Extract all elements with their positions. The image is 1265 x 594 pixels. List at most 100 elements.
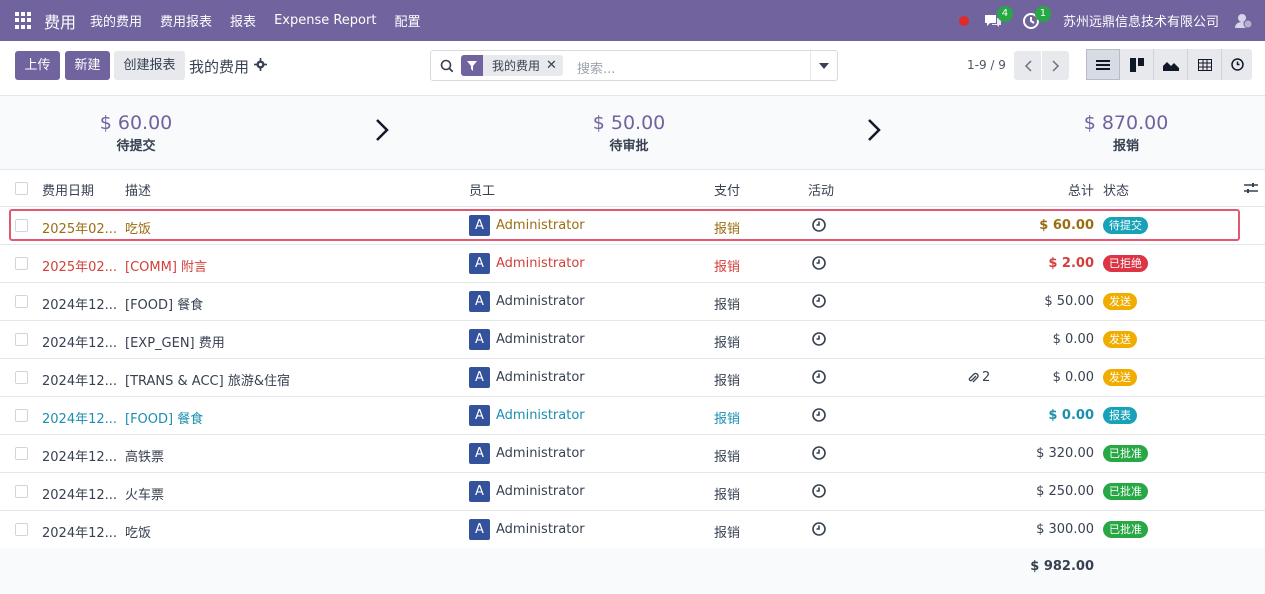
app-name[interactable]: 费用 — [44, 9, 76, 33]
stage-amount: $ 870.00 — [1083, 112, 1169, 134]
employee-avatar[interactable]: A — [469, 443, 490, 464]
activity-clock-icon[interactable] — [812, 256, 826, 270]
row-checkbox[interactable] — [15, 333, 28, 346]
status-badge: 已批准 — [1103, 445, 1148, 462]
activity-clock-icon[interactable] — [812, 522, 826, 536]
area-chart-icon — [1162, 61, 1179, 71]
cell-date: 2024年12... — [42, 450, 118, 465]
cell-description: [FOOD] 餐食 — [125, 412, 204, 427]
upload-button[interactable]: 上传 — [15, 51, 60, 80]
view-activity-button[interactable] — [1222, 49, 1252, 80]
caret-down-icon — [819, 62, 829, 69]
chat-icon[interactable]: 4 — [983, 5, 1013, 31]
user-avatar-icon[interactable] — [1229, 8, 1255, 34]
filter-icon — [461, 55, 483, 76]
table-row[interactable]: 2024年12... [FOOD] 餐食 A Administrator 报销 $ 50.… — [0, 283, 1265, 321]
column-settings-icon[interactable] — [1244, 182, 1258, 194]
selected-row-highlight — [9, 209, 1240, 241]
search-bar[interactable]: 我的费用 ✕ 搜索... — [430, 50, 838, 81]
facet-remove-icon[interactable]: ✕ — [546, 58, 563, 73]
status-badge: 发送 — [1103, 369, 1137, 386]
menu-item-configuration[interactable]: 配置 — [394, 11, 420, 30]
company-switcher[interactable]: 苏州远鼎信息技术有限公司 — [1063, 11, 1219, 30]
cell-paid-by: 报销 — [714, 298, 741, 313]
cell-total: $ 0.00 — [1052, 332, 1094, 347]
cell-total: $ 300.00 — [1036, 522, 1094, 537]
cell-employee: Administrator — [496, 294, 585, 309]
table-row[interactable]: 2025年02... [COMM] 附言 A Administrator 报销 $ 2.0… — [0, 245, 1265, 283]
stage-to-reimburse[interactable]: $ 870.00 报销 — [1046, 112, 1206, 154]
table-row[interactable]: 2024年12... [FOOD] 餐食 A Administrator 报销 $ 0.0… — [0, 397, 1265, 435]
pager-value[interactable]: 1-9 / 9 — [967, 58, 1006, 72]
col-header-date[interactable]: 费用日期 — [42, 180, 94, 199]
view-list-button[interactable] — [1086, 49, 1120, 80]
activity-clock-icon[interactable] — [812, 408, 826, 422]
table-row[interactable]: 2024年12... 高铁票 A Administrator 报销 $ 320.00 已批准 — [0, 435, 1265, 473]
menu-item-expense-reports[interactable]: 费用报表 — [160, 11, 212, 30]
pager-next-button[interactable] — [1042, 51, 1069, 80]
employee-avatar[interactable]: A — [469, 519, 490, 540]
employee-avatar[interactable]: A — [469, 481, 490, 502]
view-graph-button[interactable] — [1154, 49, 1188, 80]
row-checkbox[interactable] — [15, 371, 28, 384]
search-icon — [440, 59, 454, 73]
cell-total: $ 320.00 — [1036, 446, 1094, 461]
new-button[interactable]: 新建 — [65, 51, 110, 80]
activity-clock-icon[interactable] — [812, 446, 826, 460]
stage-label: 待审批 — [609, 139, 649, 154]
search-options-toggle[interactable] — [810, 51, 837, 80]
employee-avatar[interactable]: A — [469, 405, 490, 426]
search-input[interactable]: 搜索... — [577, 58, 615, 77]
col-header-paid-by[interactable]: 支付 — [714, 180, 740, 199]
row-checkbox[interactable] — [15, 485, 28, 498]
select-all-checkbox[interactable] — [15, 182, 28, 195]
col-header-description[interactable]: 描述 — [125, 180, 151, 199]
activity-clock-icon[interactable] — [812, 370, 826, 384]
col-header-activity[interactable]: 活动 — [808, 180, 834, 199]
row-checkbox[interactable] — [15, 409, 28, 422]
activity-clock-icon[interactable] — [812, 332, 826, 346]
row-checkbox[interactable] — [15, 447, 28, 460]
cell-paid-by: 报销 — [714, 412, 741, 427]
employee-avatar[interactable]: A — [469, 253, 490, 274]
gear-icon[interactable] — [254, 58, 267, 71]
activity-clock-icon[interactable]: 1 — [1021, 5, 1051, 31]
recording-indicator[interactable] — [958, 15, 969, 26]
view-kanban-button[interactable] — [1120, 49, 1154, 80]
stage-under-validation[interactable]: $ 50.00 待审批 — [549, 112, 709, 154]
employee-avatar[interactable]: A — [469, 329, 490, 350]
col-header-employee[interactable]: 员工 — [469, 180, 495, 199]
view-pivot-button[interactable] — [1188, 49, 1222, 80]
table-icon — [1197, 58, 1212, 71]
top-navbar: 费用 我的费用 费用报表 报表 Expense Report 配置 4 1 苏州… — [0, 0, 1265, 41]
status-badge: 已拒绝 — [1103, 255, 1148, 272]
table-row[interactable]: 2024年12... [TRANS & ACC] 旅游&住宿 A Administra… — [0, 359, 1265, 397]
create-report-button[interactable]: 创建报表 — [114, 51, 185, 80]
clock-icon — [1230, 58, 1244, 71]
menu-item-expense-report[interactable]: Expense Report — [274, 13, 376, 28]
search-facet: 我的费用 ✕ — [461, 55, 563, 76]
col-header-total[interactable]: 总计 — [1068, 180, 1094, 199]
col-header-status[interactable]: 状态 — [1103, 180, 1129, 199]
activity-clock-icon[interactable] — [812, 484, 826, 498]
control-panel: 上传 新建 创建报表 我的费用 我的费用 ✕ 搜索... 1-9 / 9 — [0, 41, 1265, 96]
row-checkbox[interactable] — [15, 523, 28, 536]
menu-item-reporting[interactable]: 报表 — [230, 11, 256, 30]
cell-description: 吃饭 — [125, 526, 152, 541]
app-menu-icon[interactable] — [15, 11, 33, 30]
chevron-left-icon — [1024, 59, 1032, 72]
cell-employee: Administrator — [496, 256, 585, 271]
table-row[interactable]: 2024年12... 火车票 A Administrator 报销 $ 250.00 已批准 — [0, 473, 1265, 511]
table-row[interactable]: 2024年12... 吃饭 A Administrator 报销 $ 300.00 已批准 — [0, 511, 1265, 549]
table-row[interactable]: 2024年12... [EXP_GEN] 费用 A Administrator 报销 $ … — [0, 321, 1265, 359]
grand-total: $ 982.00 — [1030, 559, 1094, 574]
employee-avatar[interactable]: A — [469, 291, 490, 312]
employee-avatar[interactable]: A — [469, 367, 490, 388]
pager-previous-button[interactable] — [1014, 51, 1041, 80]
table-header: 费用日期 描述 员工 支付 活动 总计 状态 — [0, 170, 1265, 207]
menu-item-my-expenses[interactable]: 我的费用 — [90, 11, 142, 30]
activity-clock-icon[interactable] — [812, 294, 826, 308]
row-checkbox[interactable] — [15, 295, 28, 308]
stage-to-submit[interactable]: $ 60.00 待提交 — [56, 112, 216, 154]
row-checkbox[interactable] — [15, 257, 28, 270]
